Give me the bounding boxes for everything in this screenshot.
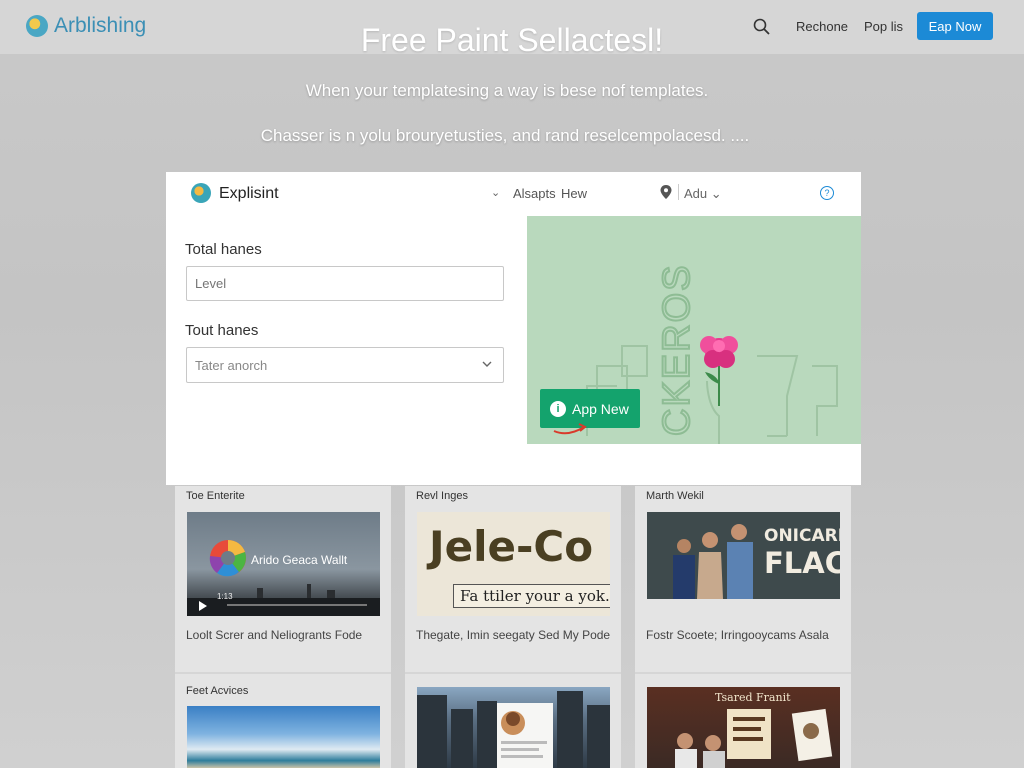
gallery-thumbnail[interactable]: Tsared Franit — [647, 687, 840, 768]
select-value: Tater anorch — [195, 358, 268, 373]
template-column-2: Revl Inges Jele-Co Fa ttiler your a yok.… — [405, 486, 621, 768]
card-header: Explisint ⌄ Alsapts Hew Adu ⌄ ? — [166, 172, 861, 216]
tile-divider — [175, 672, 391, 674]
flower-image — [700, 336, 738, 368]
thumbnail-banner-text: Tsared Franit — [715, 691, 791, 704]
hero-subtitle-line-1: When your templatesing a way is bese nof… — [305, 81, 709, 100]
tile-heading: Feet Acvices — [186, 685, 249, 697]
tile-caption: Loolt Screr and Neliogrants Fode — [186, 628, 363, 642]
video-title-overlay: Arido Geaca Wallt — [251, 553, 348, 567]
card-brand-name: Explisint — [219, 185, 279, 202]
city-thumbnail[interactable] — [417, 687, 610, 768]
field-label-total-hanes: Total hanes — [185, 241, 262, 258]
chevron-down-icon — [482, 361, 492, 367]
people-photo — [673, 524, 753, 599]
video-timestamp: 1:13 — [217, 592, 233, 601]
color-wheel-icon — [209, 540, 246, 577]
hero-title: Free Paint Sellactesl! — [360, 22, 664, 58]
template-column-3: Marth Wekil ONICARED FLACE Fostr Scoete;… — [635, 486, 851, 768]
tile-divider — [405, 672, 621, 674]
people-thumbnail[interactable]: ONICARED FLACE — [647, 512, 840, 599]
thumbnail-title-line-1: ONICARED — [764, 526, 840, 546]
header-divider — [678, 184, 679, 200]
chevron-down-icon[interactable]: ⌄ — [491, 186, 500, 199]
typography-thumbnail[interactable]: Jele-Co Fa ttiler your a yok. — [417, 512, 610, 616]
card-nav-alsapts[interactable]: Alsapts — [513, 186, 556, 201]
app-new-label: App New — [572, 400, 629, 417]
card-nav-hew[interactable]: Hew — [561, 186, 587, 201]
promo-art-text: CKEROS — [656, 264, 698, 436]
info-icon: i — [550, 400, 566, 417]
thumbnail-headline: Jele-Co — [429, 522, 594, 571]
signup-card: Explisint ⌄ Alsapts Hew Adu ⌄ ? Total ha… — [166, 172, 861, 485]
level-input[interactable] — [186, 266, 504, 301]
card-logo-icon — [191, 183, 211, 203]
tile-caption: Fostr Scoete; Irringooycams Asala — [646, 628, 829, 642]
tile-divider — [635, 672, 851, 674]
help-icon[interactable]: ? — [820, 186, 834, 200]
tile-heading: Revl Inges — [416, 490, 468, 502]
promo-banner: CKEROS i App New — [527, 216, 861, 444]
template-column-1: Toe Enterite Arido Geaca Wallt 1:13 Lool… — [175, 486, 391, 768]
tile-heading: Marth Wekil — [646, 490, 704, 502]
tile-heading: Toe Enterite — [186, 490, 245, 502]
beach-thumbnail[interactable] — [187, 706, 380, 768]
language-selector[interactable]: Adu ⌄ — [684, 186, 722, 202]
tater-anorch-select[interactable]: Tater anorch — [186, 347, 504, 383]
field-label-tout-hanes: Tout hanes — [185, 322, 259, 339]
location-pin-icon[interactable] — [660, 185, 672, 199]
thumbnail-title-line-2: FLACE — [764, 546, 840, 580]
arrow-icon — [553, 423, 587, 435]
video-thumbnail[interactable]: Arido Geaca Wallt 1:13 — [187, 512, 380, 616]
tile-caption: Thegate, Imin seegaty Sed My Pode — [416, 628, 611, 642]
thumbnail-tagline: Fa ttiler your a yok. — [453, 584, 610, 608]
hero-subtitle-line-2: Chasser is n yolu brouryetusties, and ra… — [260, 126, 750, 145]
